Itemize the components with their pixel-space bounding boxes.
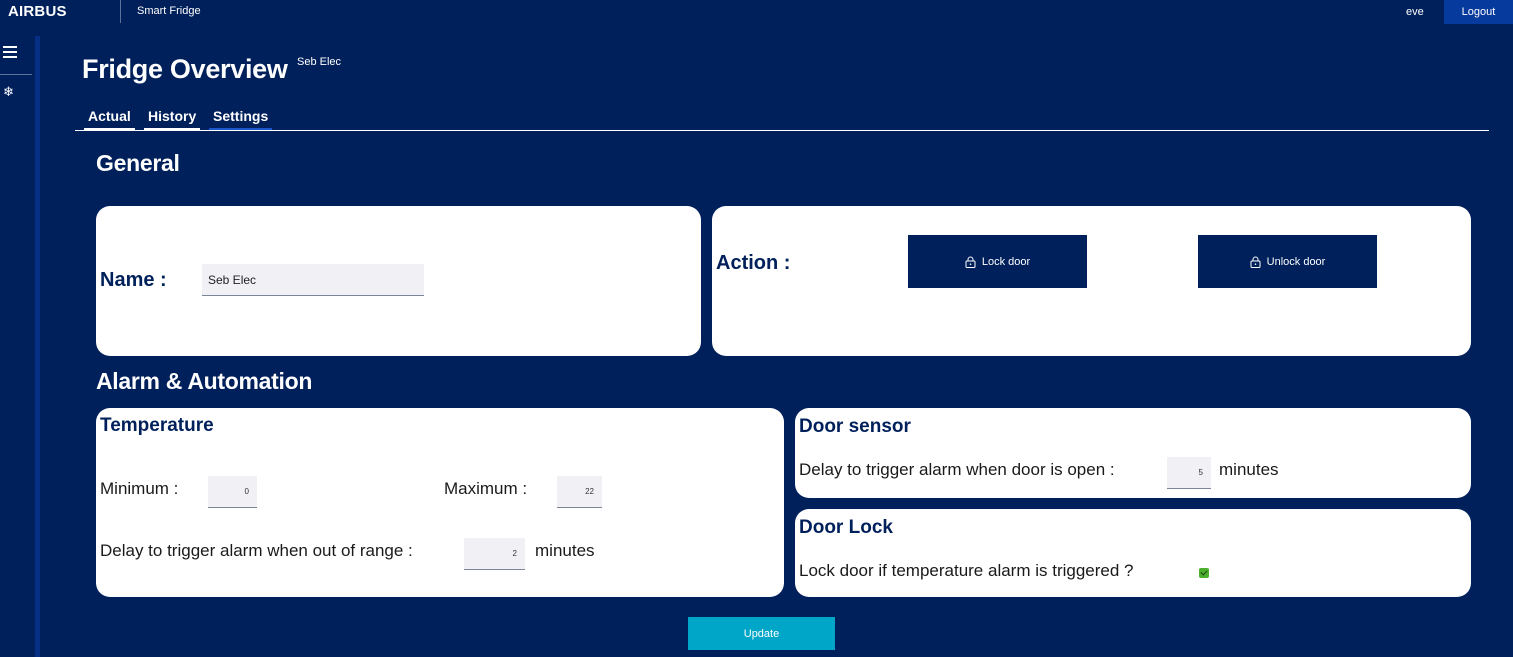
door-delay-label: Delay to trigger alarm when door is open… bbox=[799, 460, 1115, 479]
temperature-delay-label: Delay to trigger alarm when out of range… bbox=[100, 541, 413, 560]
door-lock-title: Door Lock bbox=[799, 517, 893, 538]
maximum-input[interactable] bbox=[557, 476, 602, 508]
action-label: Action : bbox=[716, 252, 791, 274]
name-card: Name : bbox=[96, 206, 701, 356]
minimum-label: Minimum : bbox=[100, 479, 179, 498]
door-delay-unit: minutes bbox=[1219, 460, 1279, 479]
action-card: Action : Lock door Unlock door bbox=[712, 206, 1471, 356]
page-title: Fridge Overview bbox=[82, 54, 288, 84]
snowflake-icon[interactable]: ❄ bbox=[3, 85, 14, 98]
brand-divider bbox=[120, 0, 121, 23]
door-lock-question: Lock door if temperature alarm is trigge… bbox=[799, 561, 1134, 580]
unlock-icon bbox=[1250, 256, 1261, 268]
tab-actual[interactable]: Actual bbox=[84, 108, 135, 130]
minimum-input[interactable] bbox=[208, 476, 257, 508]
temperature-delay-input[interactable] bbox=[464, 538, 525, 570]
door-sensor-title: Door sensor bbox=[799, 416, 911, 437]
temperature-card: Temperature Minimum : Maximum : Delay to… bbox=[96, 408, 784, 597]
unlock-door-button[interactable]: Unlock door bbox=[1198, 235, 1377, 288]
name-input[interactable] bbox=[202, 264, 424, 296]
unlock-door-label: Unlock door bbox=[1266, 255, 1326, 268]
app-name: Smart Fridge bbox=[137, 5, 201, 17]
page-subtitle: Seb Elec bbox=[297, 56, 342, 68]
tab-divider bbox=[75, 130, 1489, 131]
door-delay-input[interactable] bbox=[1167, 457, 1211, 489]
maximum-label: Maximum : bbox=[444, 479, 528, 498]
tab-history[interactable]: History bbox=[143, 108, 201, 130]
name-label: Name : bbox=[100, 269, 167, 291]
sidebar bbox=[0, 36, 35, 657]
section-general-title: General bbox=[96, 150, 180, 176]
door-lock-card: Door Lock Lock door if temperature alarm… bbox=[795, 509, 1471, 597]
temperature-title: Temperature bbox=[100, 415, 214, 436]
logout-button[interactable]: Logout bbox=[1444, 0, 1513, 24]
brand-logo: AIRBUS bbox=[8, 3, 67, 20]
door-sensor-card: Door sensor Delay to trigger alarm when … bbox=[795, 408, 1471, 498]
sidebar-rail bbox=[35, 36, 40, 657]
user-name: eve bbox=[1406, 6, 1424, 18]
menu-icon[interactable] bbox=[3, 46, 17, 58]
tab-settings[interactable]: Settings bbox=[208, 108, 273, 130]
section-alarm-title: Alarm & Automation bbox=[96, 368, 313, 394]
update-button[interactable]: Update bbox=[688, 617, 835, 650]
door-lock-checkbox[interactable] bbox=[1199, 568, 1209, 578]
lock-door-label: Lock door bbox=[981, 255, 1031, 268]
lock-icon bbox=[965, 256, 976, 268]
temperature-delay-unit: minutes bbox=[535, 541, 595, 560]
sidebar-divider bbox=[0, 74, 32, 75]
top-bar: AIRBUS Smart Fridge eve Logout bbox=[0, 0, 1513, 24]
lock-door-button[interactable]: Lock door bbox=[908, 235, 1087, 288]
